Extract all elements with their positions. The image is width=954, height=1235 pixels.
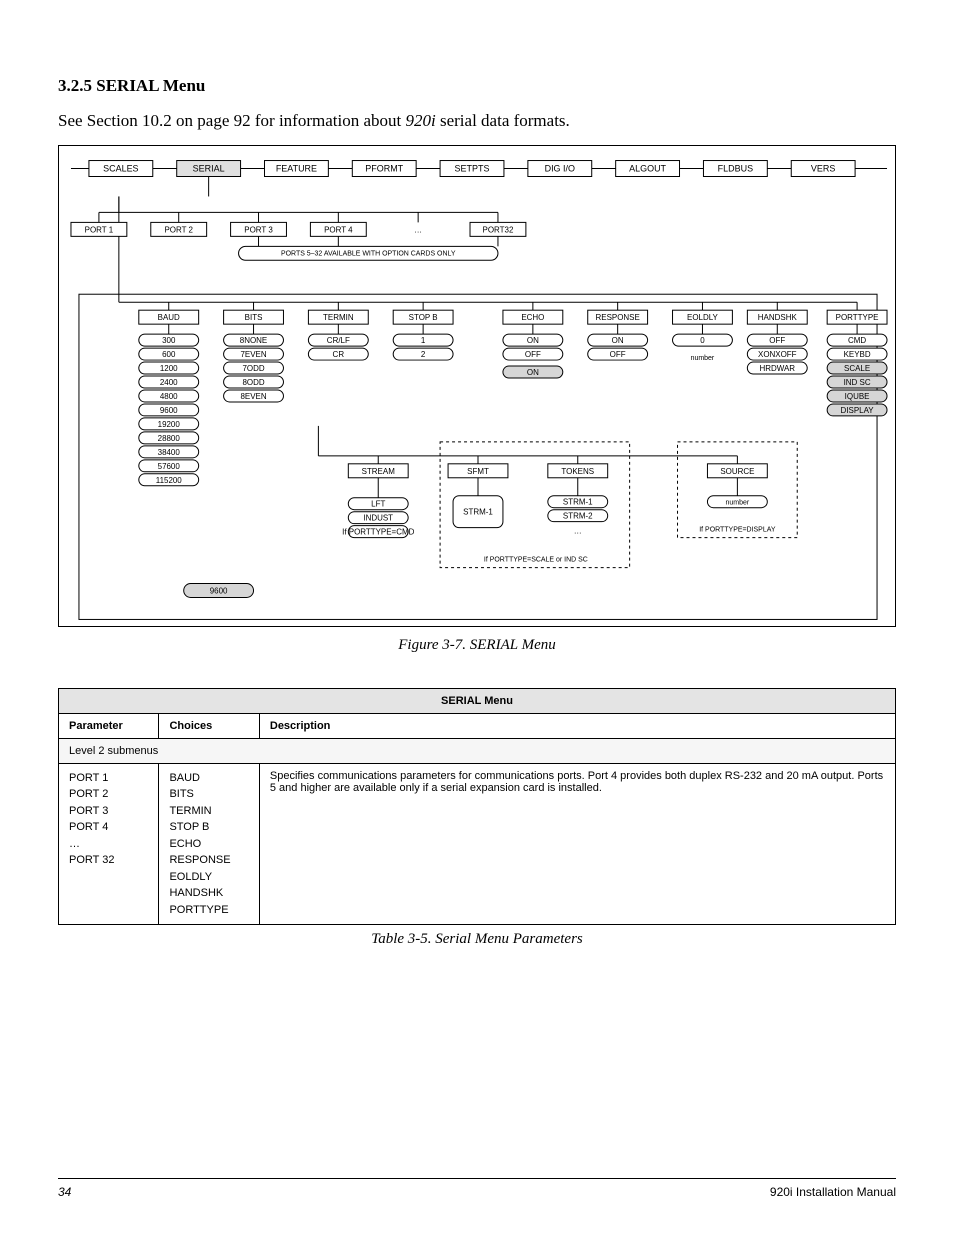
top-feature: FEATURE (276, 163, 317, 173)
top-pformt: PFORMT (365, 163, 403, 173)
baud-1200: 1200 (160, 364, 178, 373)
top-algout: ALGOUT (629, 163, 666, 173)
port-32: PORT32 (483, 225, 514, 234)
porttype-keybd: KEYBD (844, 350, 871, 359)
figure-serial-menu: .bx{fill:#fff;stroke:#000;stroke-width:1… (58, 145, 896, 627)
extra-source: SOURCE (720, 467, 754, 476)
baud-19200: 19200 (158, 420, 181, 429)
baud-default: 9600 (210, 586, 228, 595)
handshk-xonxoff: XONXOFF (758, 350, 797, 359)
child-echo: ECHO (521, 313, 544, 322)
child-stopb: STOP B (409, 313, 438, 322)
intro-post: serial data formats. (440, 111, 570, 130)
child-response: RESPONSE (596, 313, 640, 322)
stream-lft: LFT (371, 500, 385, 509)
tokens-ellipsis: … (574, 527, 582, 536)
footer-page-number: 34 (58, 1185, 71, 1199)
source-note: If PORTTYPE=DISPLAY (699, 527, 776, 534)
figure-caption: Figure 3-7. SERIAL Menu (58, 637, 896, 654)
porttype-scale: SCALE (844, 364, 870, 373)
footer-doc-title: 920i Installation Manual (770, 1185, 896, 1199)
top-scales: SCALES (103, 163, 138, 173)
intro-pre: See Section (58, 111, 142, 130)
baud-4800: 4800 (160, 392, 178, 401)
echo-off: OFF (525, 350, 541, 359)
child-eoldly: EOLDLY (687, 313, 719, 322)
handshk-hrdwar: HRDWAR (760, 364, 796, 373)
tokens-s2: STRM-2 (563, 512, 593, 521)
top-digio: DIG I/O (545, 163, 575, 173)
top-vers: VERS (811, 163, 835, 173)
baud-115200: 115200 (156, 476, 183, 485)
source-number: number (726, 500, 750, 507)
child-baud: BAUD (158, 313, 180, 322)
baud-600: 600 (162, 350, 176, 359)
porttype-iqube: IQUBE (845, 392, 870, 401)
port-1: PORT 1 (85, 225, 114, 234)
child-handshk: HANDSHK (758, 313, 798, 322)
termin-cr: CR (333, 350, 345, 359)
page-footer: 34 920i Installation Manual (58, 1178, 896, 1199)
intro-ref: 10.2 (142, 111, 172, 130)
col-parameter: Parameter (59, 713, 159, 738)
col-description: Description (259, 713, 895, 738)
col-choices: Choices (159, 713, 259, 738)
section-title: 3.2.5 SERIAL Menu (58, 76, 896, 96)
child-termin: TERMIN (323, 313, 354, 322)
extra-stream: STREAM (362, 467, 395, 476)
bits-8odd: 8ODD (242, 378, 264, 387)
stream-indust: INDUST (363, 514, 393, 523)
child-bits: BITS (245, 313, 263, 322)
intro-mid: on page 92 for information about (176, 111, 405, 130)
top-serial: SERIAL (193, 163, 225, 173)
bits-7even: 7EVEN (240, 350, 266, 359)
handshk-off: OFF (769, 336, 785, 345)
intro-paragraph: See Section 10.2 on page 92 for informat… (58, 110, 896, 133)
porttype-indsc: IND SC (844, 378, 871, 387)
porttype-cmd: CMD (848, 336, 866, 345)
eoldly-number: number (691, 355, 715, 362)
extra-tokens: TOKENS (561, 467, 594, 476)
echo-on: ON (527, 336, 539, 345)
tokens-note: If PORTTYPE=SCALE or IND SC (484, 557, 588, 564)
port-2: PORT 2 (164, 225, 193, 234)
top-setpts: SETPTS (455, 163, 490, 173)
table-caption: Table 3-5. Serial Menu Parameters (58, 931, 896, 948)
bits-8none: 8NONE (240, 336, 267, 345)
table-header: SERIAL Menu (59, 688, 896, 713)
bits-8even: 8EVEN (240, 392, 266, 401)
row-parameter: PORT 1PORT 2PORT 3PORT 4…PORT 32 (59, 763, 159, 925)
response-on: ON (612, 336, 624, 345)
baud-38400: 38400 (158, 448, 181, 457)
tokens-s1: STRM-1 (563, 498, 593, 507)
baud-28800: 28800 (158, 434, 181, 443)
extra-sfmt: SFMT (467, 467, 489, 476)
port-4: PORT 4 (324, 225, 353, 234)
response-off: OFF (610, 350, 626, 359)
port-ellipsis: … (414, 225, 422, 234)
child-porttype: PORTTYPE (836, 313, 879, 322)
termin-crlf: CR/LF (327, 336, 350, 345)
ports-note: PORTS 5–32 AVAILABLE WITH OPTION CARDS O… (281, 250, 456, 257)
tokens-strm1: STRM-1 (463, 508, 493, 517)
port-3: PORT 3 (244, 225, 273, 234)
top-fldbus: FLDBUS (718, 163, 753, 173)
row-description: Specifies communications parameters for … (259, 763, 895, 925)
intro-product: 920i (406, 111, 436, 130)
baud-300: 300 (162, 336, 176, 345)
bits-7odd: 7ODD (242, 364, 264, 373)
row-choices: BAUDBITSTERMINSTOP BECHORESPONSEEOLDLYHA… (159, 763, 259, 925)
baud-2400: 2400 (160, 378, 178, 387)
eoldly-0: 0 (700, 336, 705, 345)
stream-note: If PORTTYPE=CMD (342, 528, 414, 537)
baud-57600: 57600 (158, 462, 181, 471)
porttype-display: DISPLAY (841, 406, 875, 415)
stopb-2: 2 (421, 350, 426, 359)
table-section: Level 2 submenus (59, 738, 896, 763)
baud-9600: 9600 (160, 406, 178, 415)
stopb-1: 1 (421, 336, 426, 345)
echo-resp-on: ON (527, 368, 539, 377)
serial-menu-table: SERIAL Menu Parameter Choices Descriptio… (58, 688, 896, 926)
